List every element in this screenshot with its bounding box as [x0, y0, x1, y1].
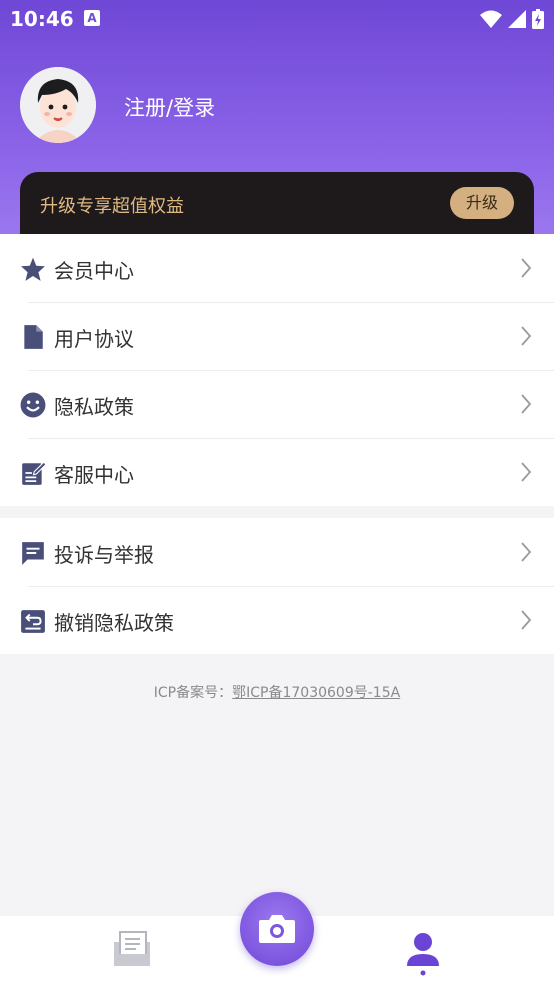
signal-icon	[508, 10, 526, 28]
menu-item-customer-service[interactable]: 客服中心	[0, 438, 554, 506]
menu-item-privacy-policy[interactable]: 隐私政策	[0, 370, 554, 438]
star-icon	[21, 257, 45, 281]
vip-upgrade-card[interactable]: 升级专享超值权益 升级	[20, 172, 534, 242]
login-register-link[interactable]: 注册/登录	[124, 92, 215, 122]
chevron-right-icon	[521, 610, 532, 630]
chat-icon	[22, 542, 44, 565]
vip-promo-text: 升级专享超值权益	[40, 196, 184, 217]
battery-icon	[532, 9, 544, 29]
status-icons	[480, 8, 544, 30]
chevron-right-icon	[521, 462, 532, 482]
camera-icon	[259, 915, 295, 943]
chevron-right-icon	[521, 326, 532, 346]
upgrade-button[interactable]: 升级	[450, 187, 514, 219]
status-bar: 10:46 A	[0, 0, 554, 38]
smile-icon	[20, 392, 46, 418]
nav-profile-icon[interactable]	[404, 932, 442, 976]
menu-label: 客服中心	[54, 463, 134, 487]
menu-item-revoke-privacy[interactable]: 撤销隐私政策	[0, 586, 554, 654]
icp-number-link[interactable]: 鄂ICP备17030609号-15A	[232, 685, 400, 701]
menu-group-main: 会员中心 用户协议 隐私政策 客服中心	[0, 234, 554, 506]
menu-group-secondary: 投诉与举报 撤销隐私政策	[0, 518, 554, 654]
wifi-icon	[480, 10, 502, 28]
camera-button[interactable]	[240, 892, 314, 966]
icp-footer: ICP备案号：鄂ICP备17030609号-15A	[0, 682, 554, 702]
document-icon	[24, 325, 43, 349]
menu-item-complaint-report[interactable]: 投诉与举报	[0, 518, 554, 586]
chevron-right-icon	[521, 258, 532, 278]
menu-label: 隐私政策	[54, 395, 134, 419]
status-time: 10:46	[10, 7, 74, 31]
chevron-right-icon	[521, 542, 532, 562]
menu-item-user-agreement[interactable]: 用户协议	[0, 302, 554, 370]
revoke-icon	[21, 610, 45, 633]
nav-records-icon[interactable]	[112, 930, 152, 968]
menu-label: 撤销隐私政策	[54, 611, 174, 635]
menu-label: 会员中心	[54, 259, 134, 283]
avatar-face-icon	[20, 67, 96, 143]
menu-item-member-center[interactable]: 会员中心	[0, 234, 554, 302]
menu-label: 用户协议	[54, 327, 134, 351]
edit-note-icon	[22, 461, 46, 485]
notification-icon: A	[84, 10, 100, 26]
avatar[interactable]	[20, 67, 96, 143]
icp-label: ICP备案号：	[153, 685, 233, 701]
chevron-right-icon	[521, 394, 532, 414]
menu-label: 投诉与举报	[54, 543, 154, 567]
